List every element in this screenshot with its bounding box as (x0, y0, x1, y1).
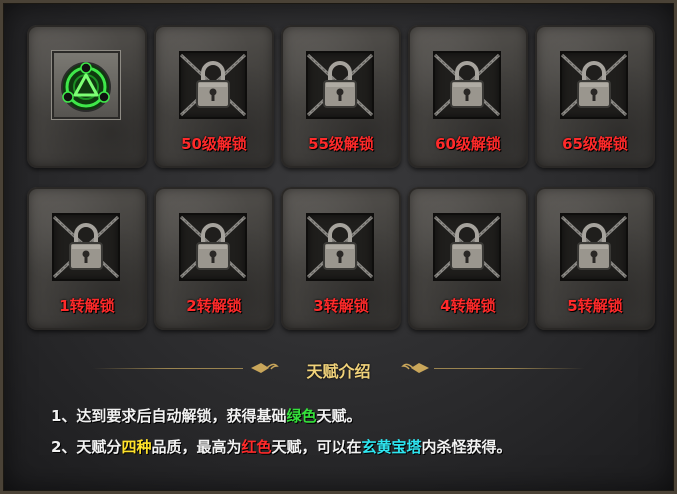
chained-lock-icon (560, 51, 628, 119)
intro-line-2: 2、天赋分四种品质，最高为红色天赋，可以在玄黄宝塔内杀怪获得。 (51, 436, 512, 457)
chained-lock-icon (52, 213, 120, 281)
ornament-right-icon (401, 363, 429, 373)
intro-line-2-red: 红色 (241, 438, 272, 456)
intro-line-2-part3: 天赋，可以在 (271, 438, 362, 456)
talent-slot-3[interactable]: 55级解锁 (281, 25, 401, 168)
talent-slot-2[interactable]: 50级解锁 (154, 25, 274, 168)
intro-line-1-suffix: 天赋。 (316, 407, 362, 425)
talent-slot-10[interactable]: 5转解锁 (535, 187, 655, 330)
talent-slot-5[interactable]: 65级解锁 (535, 25, 655, 168)
intro-line-1-green: 绿色 (286, 407, 317, 425)
talent-slot-7[interactable]: 2转解锁 (154, 187, 274, 330)
talent-panel: 50级解锁 55级解锁 60级解锁 65级解锁 1转解锁 2转解锁 3转解锁 4… (0, 0, 677, 494)
intro-line-1-prefix: 1、达到要求后自动解锁，获得基础 (51, 407, 287, 425)
chained-lock-icon (433, 51, 501, 119)
slot-unlock-label: 60级解锁 (435, 135, 501, 153)
intro-line-1: 1、达到要求后自动解锁，获得基础绿色天赋。 (51, 405, 361, 426)
slot-unlock-label: 1转解锁 (59, 297, 115, 315)
talent-green-icon[interactable] (52, 51, 120, 119)
slot-unlock-label: 3转解锁 (313, 297, 369, 315)
chained-lock-icon (179, 51, 247, 119)
chained-lock-icon (433, 213, 501, 281)
talent-slot-4[interactable]: 60级解锁 (408, 25, 528, 168)
talent-slot-9[interactable]: 4转解锁 (408, 187, 528, 330)
intro-line-2-part2: 品质，最高为 (151, 438, 242, 456)
slot-unlock-label: 65级解锁 (562, 135, 628, 153)
intro-line-2-part4: 内杀怪获得。 (421, 438, 512, 456)
slot-unlock-label: 50级解锁 (181, 135, 247, 153)
talent-slot-8[interactable]: 3转解锁 (281, 187, 401, 330)
intro-line-2-four-types: 四种 (121, 438, 152, 456)
intro-divider: 天赋介绍 (3, 356, 674, 382)
chained-lock-icon (306, 51, 374, 119)
intro-line-2-part1: 2、天赋分 (51, 438, 122, 456)
intro-line-2-tower: 玄黄宝塔 (361, 438, 422, 456)
talent-slot-1[interactable] (27, 25, 147, 168)
chained-lock-icon (560, 213, 628, 281)
slot-unlock-label: 5转解锁 (567, 297, 623, 315)
chained-lock-icon (179, 213, 247, 281)
talent-slot-6[interactable]: 1转解锁 (27, 187, 147, 330)
chained-lock-icon (306, 213, 374, 281)
divider-line-right (434, 368, 584, 369)
intro-title: 天赋介绍 (306, 362, 371, 381)
slot-unlock-label: 4转解锁 (440, 297, 496, 315)
slot-unlock-label: 2转解锁 (186, 297, 242, 315)
slot-unlock-label: 55级解锁 (308, 135, 374, 153)
